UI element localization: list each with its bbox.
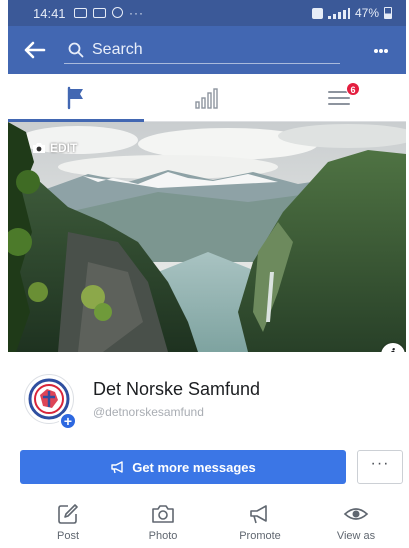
post-label: Post — [56, 530, 79, 542]
nav-bar: Search — [8, 26, 406, 74]
tab-insights[interactable] — [141, 74, 273, 121]
view-as-action[interactable]: View as — [316, 500, 396, 548]
status-left-icons: ··· — [74, 5, 144, 20]
status-time: 14:41 — [33, 6, 66, 21]
view-as-label: View as — [336, 530, 376, 542]
search-icon — [68, 42, 84, 58]
app-frame: 14:41 ··· 47% Search 6 EDIT + Det Norske… — [8, 0, 406, 548]
promote-action[interactable]: Promote — [220, 500, 300, 548]
get-more-messages-button[interactable]: Get more messages — [20, 450, 346, 484]
alarm-icon — [311, 7, 323, 19]
edit-cover-button[interactable]: EDIT — [32, 141, 77, 155]
status-right-icons: 47% — [311, 6, 392, 20]
message-icon — [74, 7, 87, 18]
flag-icon — [67, 86, 83, 109]
search-input[interactable]: Search — [64, 36, 340, 64]
status-more-dots: ··· — [129, 5, 144, 20]
megaphone-icon — [111, 461, 123, 474]
promote-label: Promote — [239, 530, 281, 542]
edit-label: EDIT — [50, 141, 78, 155]
profile-section: + Det Norske Samfund @detnorskesamfund G… — [8, 352, 406, 548]
more-dots-icon[interactable] — [374, 40, 394, 60]
tab-bar: 6 — [8, 74, 406, 122]
signal-icon — [327, 7, 350, 19]
status-bar: 14:41 ··· 47% — [8, 0, 406, 26]
megaphone-icon — [250, 505, 267, 524]
cover-photo[interactable] — [8, 122, 406, 352]
insights-bars-icon — [195, 87, 218, 109]
page-handle: @detnorskesamfund — [93, 405, 204, 419]
battery-percent: 47% — [354, 6, 379, 20]
battery-icon — [384, 7, 392, 19]
cta-label: Get more messages — [132, 459, 256, 475]
tab-menu[interactable]: 6 — [273, 74, 405, 121]
instagram-icon — [112, 7, 123, 18]
eye-icon — [343, 508, 369, 520]
notification-badge: 6 — [346, 82, 360, 96]
camera-icon — [152, 505, 174, 523]
add-photo-icon[interactable]: + — [59, 412, 77, 430]
post-action[interactable]: Post — [28, 500, 108, 548]
photo-action[interactable]: Photo — [123, 500, 203, 548]
page-name: Det Norske Samfund — [93, 379, 261, 399]
photo-label: Photo — [148, 530, 178, 542]
back-arrow-icon[interactable] — [22, 38, 48, 62]
more-options-button[interactable]: ··· — [357, 450, 403, 484]
search-placeholder: Search — [92, 41, 143, 58]
voicemail-icon — [93, 7, 106, 18]
tab-page[interactable] — [10, 74, 142, 121]
camera-icon — [33, 143, 45, 153]
action-bar: Post Photo Promote View as — [8, 500, 406, 548]
pencil-square-icon — [58, 504, 78, 524]
